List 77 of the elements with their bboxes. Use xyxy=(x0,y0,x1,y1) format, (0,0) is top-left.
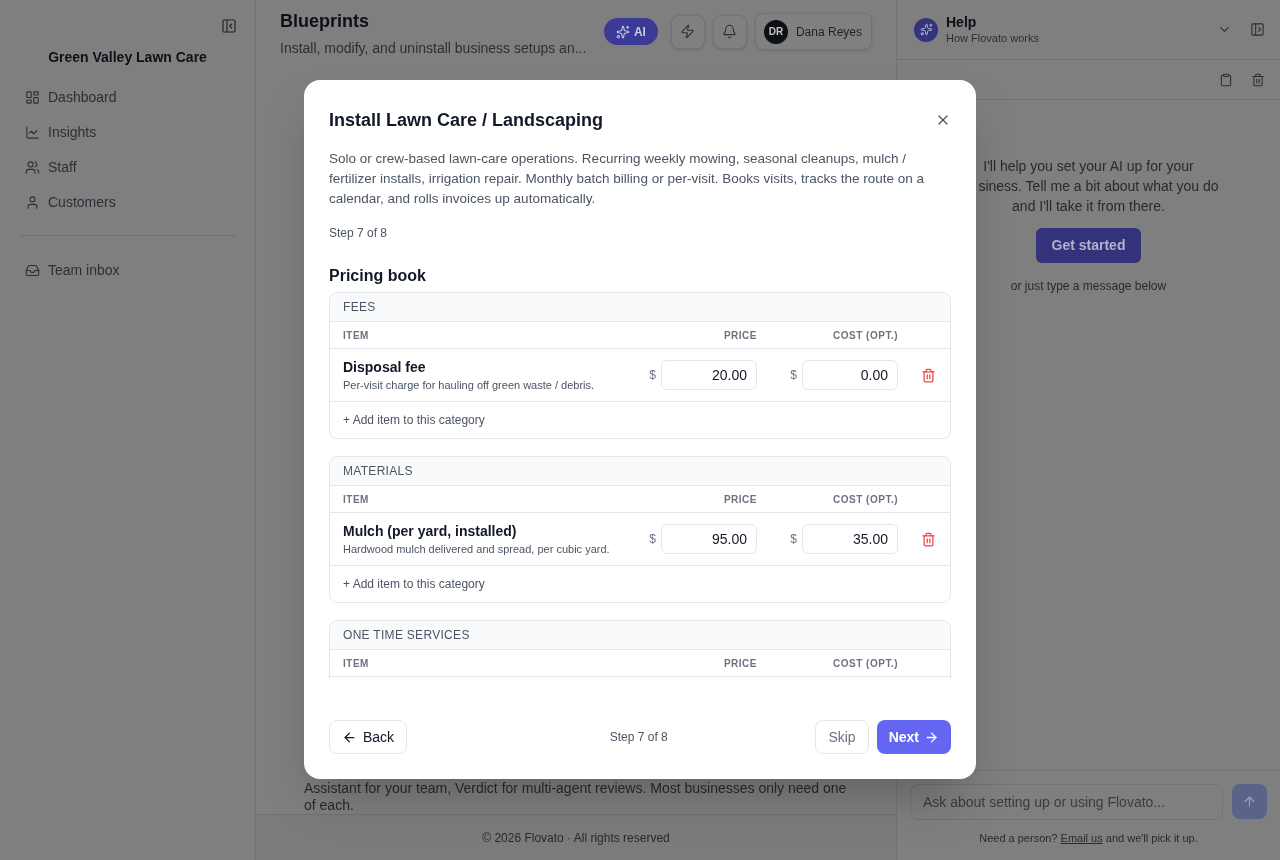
page-subtitle: Install, modify, and uninstall business setups an... xyxy=(280,39,587,58)
cost-input[interactable]: 35.00 xyxy=(802,524,898,554)
column-header: ITEM xyxy=(343,492,370,507)
user-menu-button[interactable]: DR Dana Reyes xyxy=(754,13,872,50)
price-input[interactable]: 20.00 xyxy=(661,360,757,390)
nav-item[interactable]: Staff xyxy=(20,150,235,185)
item-name: Disposal fee xyxy=(343,358,427,377)
sparkle-icon xyxy=(615,24,630,39)
users-icon xyxy=(25,160,40,175)
user-avatar: DR xyxy=(763,19,788,44)
nav-item[interactable]: Team inbox xyxy=(20,253,235,288)
help-intro-text: siness. Tell me a bit about what you do xyxy=(978,177,1219,196)
add-item-link[interactable]: + Add item to this category xyxy=(343,575,485,593)
column-header: PRICE xyxy=(722,328,757,343)
category-title: MATERIALS xyxy=(330,457,950,486)
column-header: COST (OPT.) xyxy=(832,656,898,671)
copyright-text: © 2026 Flovato · All rights reserved xyxy=(482,829,670,847)
trash-icon[interactable] xyxy=(1251,72,1265,87)
step-indicator: Step 7 of 8 xyxy=(329,225,389,241)
next-button[interactable]: Next xyxy=(876,720,951,754)
trash-icon[interactable] xyxy=(920,367,936,383)
line-chart-icon xyxy=(25,125,40,140)
column-header: COST (OPT.) xyxy=(832,328,898,343)
help-title: Help xyxy=(946,13,978,30)
column-header: PRICE xyxy=(722,656,757,671)
currency-symbol: $ xyxy=(649,531,656,548)
section-title: Pricing book xyxy=(329,266,427,286)
category-title: FEES xyxy=(330,293,950,322)
back-button[interactable]: Back xyxy=(329,720,408,754)
help-footnote: Need a person? Email us and we'll pick it up. xyxy=(978,830,1199,846)
email-link[interactable]: Email us xyxy=(1060,831,1103,844)
help-intro-text: and I'll take it from there. xyxy=(1012,197,1165,216)
dialog-description: Solo or crew-based lawn-care operations. Recurring weekly mowing, seasonal cleanups, mulch / fertilizer installs, irrigation repair. Monthly batch billing or per-visit. Books visits, tracks the route on a calendar, and rolls invoices up automatically. xyxy=(329,150,925,208)
dialog-title: Install Lawn Care / Landscaping xyxy=(329,109,604,132)
column-header: PRICE xyxy=(722,492,757,507)
currency-symbol: $ xyxy=(649,367,656,384)
item-description: Per-visit charge for hauling off green waste / debris. xyxy=(343,378,596,393)
item-name: Mulch (per yard, installed) xyxy=(343,522,518,541)
add-item-link[interactable]: + Add item to this category xyxy=(343,411,485,429)
inbox-icon xyxy=(25,263,40,278)
item-description: Hardwood mulch delivered and spread, per cubic yard. xyxy=(343,542,611,557)
cost-input[interactable]: 0.00 xyxy=(802,360,898,390)
help-subtitle: How Flovato works xyxy=(946,30,1039,46)
column-header: ITEM xyxy=(343,328,370,343)
user-name: Dana Reyes xyxy=(795,23,862,41)
step-indicator: Step 7 of 8 xyxy=(609,729,668,746)
send-button[interactable] xyxy=(1232,784,1267,819)
nav-item[interactable]: Dashboard xyxy=(20,80,235,115)
sparkle-avatar-icon xyxy=(914,17,938,42)
category-title: ONE TIME SERVICES xyxy=(330,621,950,650)
column-header: ITEM xyxy=(343,656,370,671)
nav-item[interactable]: Insights xyxy=(20,115,235,150)
skip-button[interactable]: Skip xyxy=(815,720,869,754)
trash-icon[interactable] xyxy=(920,531,936,547)
sidebar-collapse-icon[interactable] xyxy=(221,18,237,34)
page-title: Blueprints xyxy=(280,10,370,33)
notifications-button[interactable] xyxy=(712,14,747,49)
lightning-button[interactable] xyxy=(670,14,705,49)
user-icon xyxy=(25,195,40,210)
help-hint: or just type a message below xyxy=(1010,278,1167,295)
arrow-right-icon xyxy=(924,729,939,745)
ai-button[interactable]: AI xyxy=(603,18,658,45)
help-intro-text: I'll help you set your AI up for your xyxy=(983,157,1194,176)
org-name: Green Valley Lawn Care xyxy=(47,48,208,67)
panel-toggle-icon[interactable] xyxy=(1250,22,1265,37)
nav-item[interactable]: Customers xyxy=(20,185,235,220)
clipboard-icon[interactable] xyxy=(1219,72,1233,87)
bell-icon xyxy=(722,24,738,39)
column-header: COST (OPT.) xyxy=(832,492,898,507)
page-text: Assistant for your team, Verdict for multi-agent reviews. Most businesses only need one of each. xyxy=(304,780,848,814)
lightning-icon xyxy=(680,24,696,39)
currency-symbol: $ xyxy=(790,531,797,548)
currency-symbol: $ xyxy=(790,367,797,384)
get-started-button[interactable]: Get started xyxy=(1035,228,1142,263)
grid-icon xyxy=(25,90,40,105)
price-input[interactable]: 95.00 xyxy=(661,524,757,554)
message-input[interactable]: Ask about setting up or using Flovato... xyxy=(910,783,1223,820)
